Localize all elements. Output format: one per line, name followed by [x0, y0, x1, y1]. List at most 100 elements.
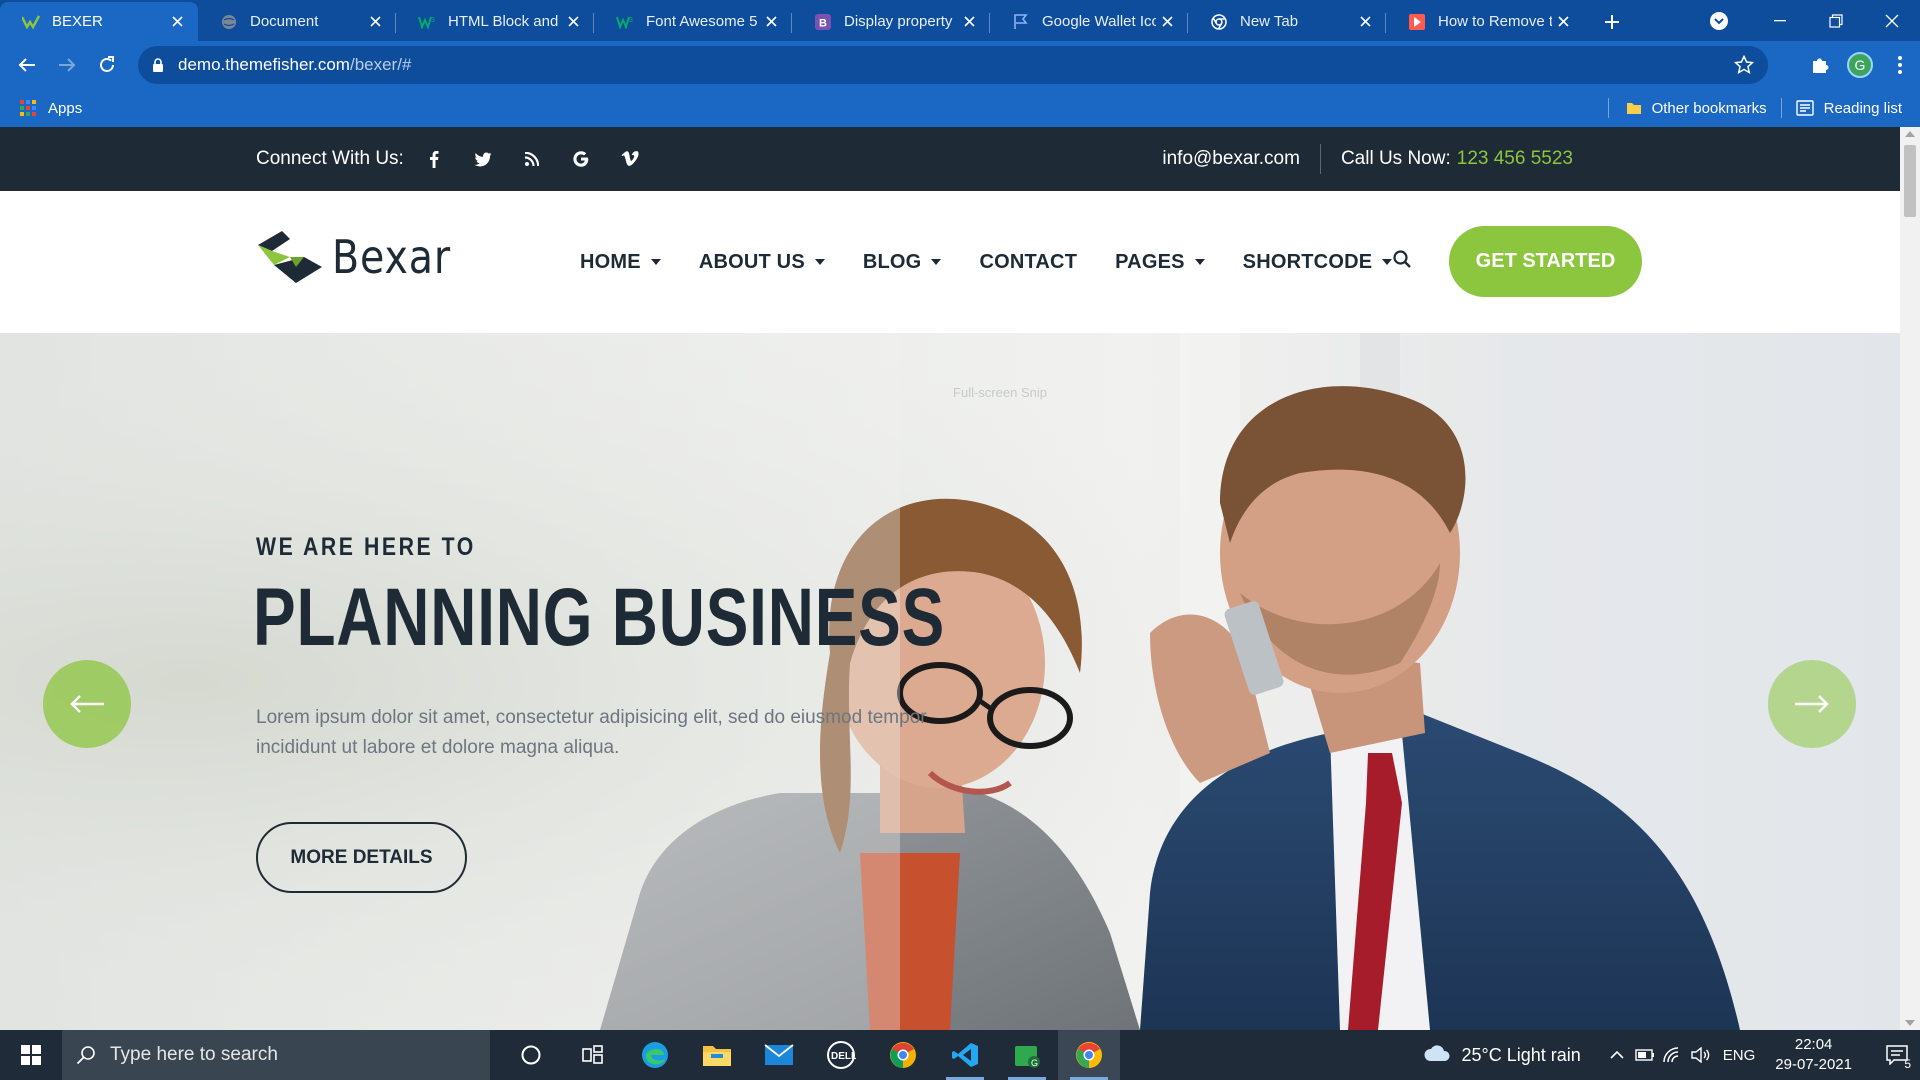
- tab-google-wallet[interactable]: Google Wallet Ico: [990, 2, 1188, 41]
- forward-button[interactable]: [50, 48, 84, 82]
- restore-button[interactable]: [1808, 0, 1864, 41]
- nav-item-about-us[interactable]: ABOUT US: [699, 251, 825, 274]
- dell-app[interactable]: DELL: [810, 1030, 872, 1080]
- close-icon[interactable]: [166, 11, 188, 33]
- svg-text:3: 3: [629, 17, 633, 24]
- toolbar-actions: G: [1800, 48, 1920, 82]
- scroll-up-icon[interactable]: [1905, 131, 1915, 137]
- green-app[interactable]: G: [996, 1030, 1058, 1080]
- social-links: [410, 144, 655, 174]
- language-indicator[interactable]: ENG: [1723, 1047, 1756, 1064]
- site-search-button[interactable]: [1392, 249, 1416, 273]
- chrome-canary-app[interactable]: [872, 1030, 934, 1080]
- caret-down-icon: [814, 259, 825, 265]
- clock[interactable]: 22:04 29-07-2021: [1775, 1035, 1852, 1075]
- phone-link[interactable]: 123 456 5523: [1457, 148, 1573, 170]
- close-window-button[interactable]: [1864, 0, 1920, 41]
- page-scrollbar[interactable]: [1900, 127, 1920, 1030]
- w3-icon: 3: [418, 13, 436, 31]
- menu-button[interactable]: [1880, 48, 1920, 82]
- nav-item-pages[interactable]: PAGES: [1115, 251, 1205, 274]
- nav-item-contact[interactable]: CONTACT: [979, 251, 1077, 274]
- scrollbar-thumb[interactable]: [1904, 145, 1916, 217]
- close-icon[interactable]: [958, 11, 980, 33]
- address-bar[interactable]: demo.themefisher.com/bexer/#: [138, 46, 1768, 84]
- close-icon[interactable]: [760, 11, 782, 33]
- cortana-button[interactable]: [500, 1030, 562, 1080]
- back-button[interactable]: [10, 48, 44, 82]
- get-started-button[interactable]: GET STARTED: [1449, 226, 1642, 297]
- tab-title: How to Remove t: [1438, 13, 1552, 30]
- url-host: demo.themefisher.com: [178, 55, 350, 74]
- close-icon[interactable]: [1552, 11, 1574, 33]
- close-icon[interactable]: [1156, 11, 1178, 33]
- arrow-right-icon: [59, 58, 76, 72]
- rss-icon[interactable]: [508, 144, 557, 174]
- twitter-icon[interactable]: [459, 144, 508, 174]
- profile-button[interactable]: G: [1840, 48, 1880, 82]
- site-logo[interactable]: Bexar: [256, 229, 470, 285]
- notification-center-button[interactable]: 5: [1874, 1030, 1920, 1080]
- chrome-app[interactable]: [1058, 1030, 1120, 1080]
- more-details-button[interactable]: MORE DETAILS: [256, 822, 467, 893]
- new-tab-button[interactable]: [1592, 2, 1632, 41]
- more-vert-icon: [1898, 56, 1902, 74]
- network-button[interactable]: [1659, 1030, 1687, 1080]
- chrome-canary-icon: [890, 1042, 916, 1068]
- apps-bookmark[interactable]: Apps: [20, 100, 82, 117]
- tab-new-tab[interactable]: New Tab: [1188, 2, 1386, 41]
- start-button[interactable]: [0, 1030, 62, 1080]
- reading-list[interactable]: Reading list: [1795, 100, 1902, 117]
- vimeo-icon[interactable]: [606, 144, 655, 174]
- minimize-button[interactable]: [1752, 0, 1808, 41]
- google-icon[interactable]: [557, 144, 606, 174]
- file-explorer-app[interactable]: [686, 1030, 748, 1080]
- nav-item-shortcode[interactable]: SHORTCODE: [1243, 251, 1393, 274]
- tray-overflow-button[interactable]: [1603, 1030, 1631, 1080]
- facebook-icon[interactable]: [410, 144, 459, 174]
- tab-display-property[interactable]: B Display property: [792, 2, 990, 41]
- extensions-button[interactable]: [1800, 48, 1840, 82]
- tab-how-to-remove[interactable]: How to Remove t: [1386, 2, 1584, 41]
- bookmark-star-icon[interactable]: [1734, 55, 1754, 75]
- nav-item-label: HOME: [580, 250, 641, 273]
- caret-down-icon: [1194, 259, 1205, 265]
- svg-text:DELL: DELL: [831, 1051, 856, 1062]
- tab-html-block[interactable]: 3 HTML Block and I: [396, 2, 594, 41]
- email-link[interactable]: info@bexar.com: [1162, 148, 1300, 170]
- hero-eyebrow: WE ARE HERE TO: [256, 533, 476, 561]
- lock-icon[interactable]: [152, 58, 164, 72]
- battery-button[interactable]: [1631, 1030, 1659, 1080]
- screen-snip-label: Full-screen Snip: [953, 385, 1047, 400]
- taskbar-search[interactable]: Type here to search: [62, 1030, 490, 1080]
- tab-search-button[interactable]: [1706, 8, 1732, 34]
- volume-button[interactable]: [1687, 1030, 1715, 1080]
- tab-document[interactable]: Document: [198, 2, 396, 41]
- tab-bexer[interactable]: BEXER: [0, 2, 198, 41]
- url-text[interactable]: demo.themefisher.com/bexer/#: [178, 55, 411, 75]
- scroll-down-icon[interactable]: [1905, 1020, 1915, 1026]
- edge-icon: [642, 1042, 668, 1068]
- close-icon[interactable]: [364, 11, 386, 33]
- task-view-button[interactable]: [562, 1030, 624, 1080]
- other-bookmarks[interactable]: Other bookmarks: [1626, 100, 1767, 117]
- svg-text:G: G: [1031, 1058, 1038, 1068]
- taskbar-apps: DELL G: [500, 1030, 1120, 1080]
- nav-item-home[interactable]: HOME: [580, 251, 661, 274]
- caret-down-icon: [931, 259, 942, 265]
- tab-font-awesome[interactable]: 3 Font Awesome 5 I: [594, 2, 792, 41]
- close-icon[interactable]: [1354, 11, 1376, 33]
- slider-prev-button[interactable]: [43, 660, 131, 748]
- reload-button[interactable]: [90, 48, 124, 82]
- close-icon[interactable]: [562, 11, 584, 33]
- nav-item-blog[interactable]: BLOG: [863, 251, 942, 274]
- vscode-app[interactable]: [934, 1030, 996, 1080]
- hero-slider: Full-screen Snip WE ARE HERE TO PLANNING…: [0, 333, 1900, 1030]
- edge-app[interactable]: [624, 1030, 686, 1080]
- slider-next-button[interactable]: [1768, 660, 1856, 748]
- apps-label: Apps: [48, 99, 83, 117]
- logo-text: Bexar: [332, 230, 452, 284]
- weather-widget[interactable]: 25°C Light rain: [1423, 1045, 1581, 1066]
- mail-app[interactable]: [748, 1030, 810, 1080]
- nav-item-label: PAGES: [1115, 250, 1185, 273]
